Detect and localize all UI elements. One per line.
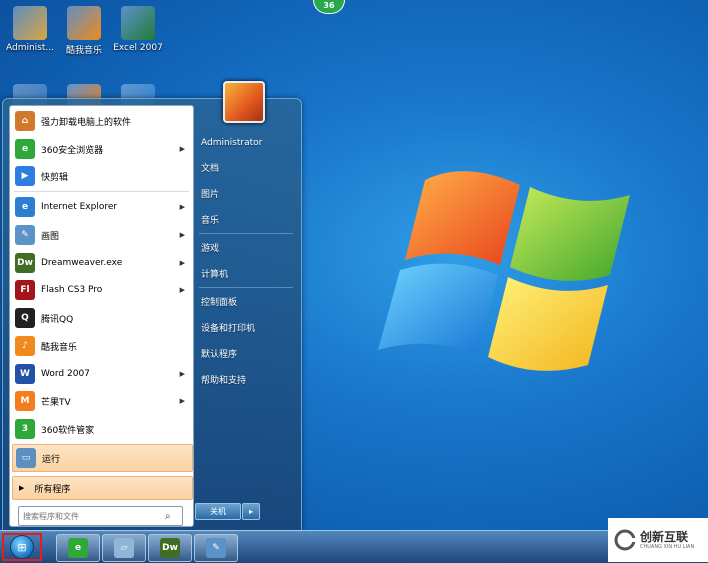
shutdown-options-arrow[interactable]: ▸ xyxy=(242,503,260,520)
program-label: Word 2007 xyxy=(41,369,90,379)
desktop-icon-label: Excel 2007 xyxy=(113,43,163,53)
user-folder-icon xyxy=(13,6,47,40)
uninstall-icon: ⌂ xyxy=(15,111,35,131)
taskbar-button[interactable]: e xyxy=(56,534,100,562)
start-right-item[interactable]: 音乐 xyxy=(199,211,297,231)
start-menu: ⌂ 强力卸载电脑上的软件 e 360安全浏览器 ▶ ▶ 快剪辑 e Internet Explo… xyxy=(2,81,302,532)
desktop-icon-label: 酷我音乐 xyxy=(65,46,102,56)
desktop-icon[interactable]: 酷我音乐 xyxy=(56,6,112,56)
all-programs-label: 所有程序 xyxy=(34,484,71,495)
program-label: Flash CS3 Pro xyxy=(41,285,103,295)
start-menu-programs-pane: ⌂ 强力卸载电脑上的软件 e 360安全浏览器 ▶ ▶ 快剪辑 e Internet Explo… xyxy=(9,105,194,527)
notification-badge: 36 xyxy=(313,0,345,14)
desktop-icon[interactable]: Excel 2007 xyxy=(110,6,166,53)
submenu-arrow-icon: ▶ xyxy=(179,370,185,378)
program-label: 酷我音乐 xyxy=(41,342,78,353)
program-label: Internet Explorer xyxy=(41,202,118,212)
user-avatar[interactable] xyxy=(223,81,265,123)
program-label: 360安全浏览器 xyxy=(41,145,104,156)
watermark-text: 创新互联 xyxy=(640,529,689,544)
notebook-icon: ▱ xyxy=(114,538,134,558)
start-right-item[interactable]: 文档 xyxy=(199,159,297,179)
start-right-item[interactable]: 控制面板 xyxy=(199,293,297,313)
dreamweaver-icon: Dw xyxy=(15,253,35,273)
start-right-item[interactable]: 计算机 xyxy=(199,265,297,285)
paint-icon: ✎ xyxy=(206,538,226,558)
watermark-subtext: CHUANG XIN HU LIAN xyxy=(640,543,695,550)
submenu-arrow-icon: ▶ xyxy=(179,397,185,405)
excel-icon xyxy=(121,6,155,40)
taskbar-button[interactable]: Dw xyxy=(148,534,192,562)
ie-icon: e xyxy=(15,197,35,217)
taskbar-button[interactable]: ✎ xyxy=(194,534,238,562)
program-label: 运行 xyxy=(42,454,61,465)
start-menu-right-pane: Administrator 文档图片音乐游戏计算机控制面板设备和打印机 默认程序帮… xyxy=(195,81,299,529)
windows-logo xyxy=(378,171,630,371)
program-label: 画图 xyxy=(41,231,60,242)
kuwo-music-icon: ♪ xyxy=(15,336,35,356)
desktop-icon-label: Administ... xyxy=(6,43,54,53)
kuaijianji-icon: ▶ xyxy=(15,166,35,186)
submenu-arrow-icon: ▶ xyxy=(179,145,185,153)
kuwo-music-icon xyxy=(67,6,101,40)
paint-icon: ✎ xyxy=(15,225,35,245)
program-item[interactable]: e 360安全浏览器 ▶ xyxy=(12,136,191,162)
qq-icon: Q xyxy=(15,308,35,328)
360-browser-icon: e xyxy=(68,538,88,558)
program-item[interactable]: e Internet Explorer ▶ xyxy=(12,194,191,220)
menu-separator xyxy=(199,287,293,288)
start-right-item[interactable]: 默认程序 xyxy=(199,345,297,365)
program-item[interactable]: ⌂ 强力卸载电脑上的软件 xyxy=(12,108,191,134)
program-item[interactable]: ♪ 酷我音乐 xyxy=(12,333,191,359)
program-item[interactable]: Dw Dreamweaver.exe ▶ xyxy=(12,250,191,276)
user-name-link[interactable]: Administrator xyxy=(199,133,297,153)
start-right-item[interactable]: 设备和打印机 xyxy=(199,319,297,339)
submenu-arrow-icon: ▶ xyxy=(179,259,185,267)
run-icon: ▭ xyxy=(16,448,36,468)
search-input[interactable] xyxy=(19,510,165,522)
program-label: 芒果TV xyxy=(41,397,71,408)
program-item[interactable]: M 芒果TV ▶ xyxy=(12,388,191,414)
menu-separator xyxy=(199,233,293,234)
program-item[interactable]: ▭ 运行 xyxy=(12,444,193,472)
taskbar-button[interactable]: ▱ xyxy=(102,534,146,562)
program-label: 快剪辑 xyxy=(41,172,69,183)
windows-orb-icon: ⊞ xyxy=(10,535,34,559)
submenu-arrow-icon: ▶ xyxy=(179,231,185,239)
search-icon[interactable]: ⌕ xyxy=(165,511,171,522)
program-item[interactable]: ▶ 快剪辑 xyxy=(12,163,191,189)
triangle-right-icon: ▶ xyxy=(19,484,25,492)
shutdown-button[interactable]: 关机 xyxy=(195,503,241,520)
start-right-item[interactable]: 游戏 xyxy=(199,239,297,259)
menu-separator xyxy=(14,191,189,192)
program-label: 强力卸载电脑上的软件 xyxy=(41,117,132,128)
watermark-logo-icon xyxy=(614,529,636,551)
program-item[interactable]: 3 360软件管家 xyxy=(12,416,191,442)
program-item[interactable]: ✎ 画图 ▶ xyxy=(12,222,191,248)
search-box[interactable]: ⌕ xyxy=(18,506,183,526)
program-label: Dreamweaver.exe xyxy=(41,258,123,268)
taskbar: ⊞ e ▱ Dw ✎ xyxy=(0,530,708,563)
start-right-item[interactable]: 帮助和支持 xyxy=(199,371,297,391)
submenu-arrow-icon: ▶ xyxy=(179,203,185,211)
program-item[interactable]: Fl Flash CS3 Pro ▶ xyxy=(12,277,191,303)
start-button[interactable]: ⊞ xyxy=(2,533,42,561)
start-right-item[interactable]: 图片 xyxy=(199,185,297,205)
program-label: 腾讯QQ xyxy=(41,314,74,325)
all-programs-button[interactable]: ▶ 所有程序 xyxy=(12,476,193,500)
dreamweaver-icon: Dw xyxy=(160,538,180,558)
program-item[interactable]: Q 腾讯QQ xyxy=(12,305,191,331)
flash-icon: Fl xyxy=(15,280,35,300)
360-software-icon: 3 xyxy=(15,419,35,439)
shutdown-group: 关机 ▸ xyxy=(195,503,260,520)
program-label: 360软件管家 xyxy=(41,425,95,436)
mango-tv-icon: M xyxy=(15,391,35,411)
word-icon: W xyxy=(15,364,35,384)
program-item[interactable]: W Word 2007 ▶ xyxy=(12,361,191,387)
360-browser-icon: e xyxy=(15,139,35,159)
submenu-arrow-icon: ▶ xyxy=(179,286,185,294)
watermark: 创新互联 CHUANG XIN HU LIAN xyxy=(608,518,708,562)
desktop-icon[interactable]: Administ... xyxy=(2,6,58,53)
